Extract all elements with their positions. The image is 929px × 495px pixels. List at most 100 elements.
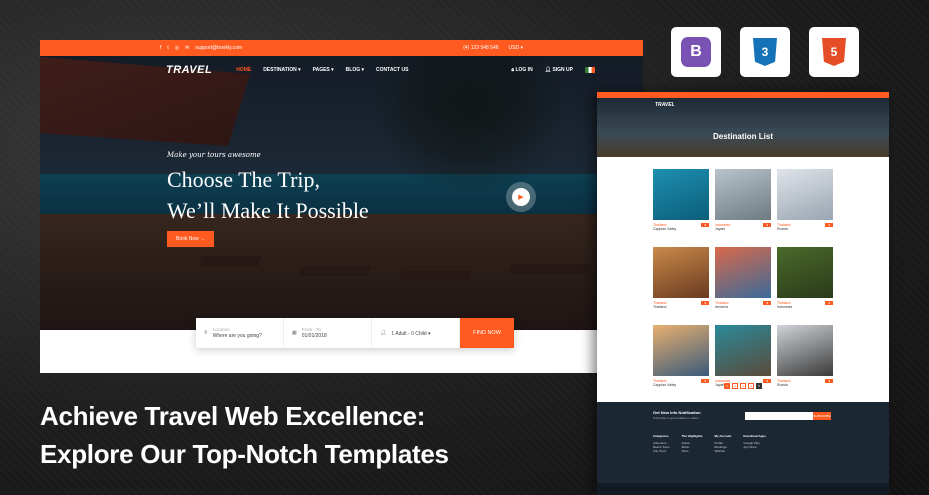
destination-image: [715, 325, 771, 376]
video-play-button[interactable]: ▶: [506, 182, 536, 212]
price-badge: $: [825, 379, 833, 383]
destination-image: [777, 169, 833, 220]
instagram-icon[interactable]: ◎: [175, 45, 179, 51]
top-bar: f t ◎ ✉ support@bookly.com (4) 123 548 5…: [40, 40, 643, 56]
destination-image: [653, 247, 709, 298]
phone-number: (4) 123 548 546: [463, 45, 499, 51]
find-now-button[interactable]: FIND NOW: [460, 318, 514, 348]
nav-destination[interactable]: DESTINATION ▾: [263, 67, 300, 73]
main-nav: TRAVEL HOME DESTINATION ▾ PAGES ▾ BLOG ▾…: [40, 56, 643, 84]
main-template-preview: f t ◎ ✉ support@bookly.com (4) 123 548 5…: [40, 40, 643, 373]
footer: Get New Info Notification Subscribe to ge…: [597, 402, 889, 495]
destination-grid: Thailand Cappian Valley $ Indonesia Jayani $ T…: [653, 169, 833, 395]
css3-icon: 3: [753, 38, 777, 66]
css3-badge: 3: [740, 27, 790, 77]
footer-column-title: The Highlights: [681, 434, 703, 438]
map-pin-icon: ⚲: [204, 330, 208, 336]
language-flag-icon[interactable]: [585, 67, 595, 73]
destination-card[interactable]: Thailand Thailand $: [653, 247, 709, 317]
destination-card[interactable]: Thailand Russia $: [777, 325, 833, 395]
date-field[interactable]: ▦ From - To 01/01/2018: [284, 318, 372, 348]
footer-link[interactable]: Wishlist: [714, 449, 731, 453]
footer-link[interactable]: Paris: [682, 449, 703, 453]
html5-badge: 5: [809, 27, 859, 77]
book-now-button[interactable]: Book Now →: [167, 231, 215, 247]
footer-column-title: My Account: [714, 434, 732, 438]
site-logo[interactable]: TRAVEL: [655, 102, 675, 108]
price-badge: $: [763, 379, 771, 383]
page-1-button[interactable]: 1: [724, 383, 730, 389]
footer-bottom-bar: [597, 483, 889, 495]
promo-headline: Achieve Travel Web Excellence: Explore O…: [40, 401, 449, 469]
price-badge: $: [825, 301, 833, 305]
price-badge: $: [763, 223, 771, 227]
page-4-button[interactable]: 4: [748, 383, 754, 389]
bootstrap-icon: B: [681, 37, 711, 67]
signup-link[interactable]: 👤︎ SIGN UP: [545, 67, 573, 73]
price-badge: $: [701, 223, 709, 227]
page-banner: TRAVEL Destination List: [597, 98, 889, 157]
price-badge: $: [701, 379, 709, 383]
destination-card[interactable]: Thailand Armenia $: [715, 247, 771, 317]
user-icon: 👤︎: [380, 330, 387, 336]
destination-card[interactable]: Thailand Cappian Valley $: [653, 169, 709, 239]
hero-tagline: Make your tours awesome: [167, 151, 261, 159]
price-badge: $: [701, 301, 709, 305]
arrow-right-icon: →: [200, 236, 206, 242]
destination-name: Indonesia: [777, 305, 793, 309]
destination-name: Jayani: [715, 227, 726, 231]
facebook-icon[interactable]: f: [160, 45, 161, 51]
destination-name: Armenia: [715, 305, 729, 309]
page-5-button[interactable]: 5: [756, 383, 762, 389]
destination-name: Cappian Valley: [653, 383, 677, 387]
footer-column: My Account Profile Bookings Wishlist: [714, 434, 731, 453]
bootstrap-badge: B: [671, 27, 721, 77]
destination-list-preview: TRAVEL Destination List Thailand Cappian …: [597, 92, 889, 495]
login-link[interactable]: 🔒︎ LOG IN: [511, 67, 532, 73]
destination-card[interactable]: Thailand Cappian Valley $: [653, 325, 709, 395]
footer-column-title: Download Apps: [743, 434, 766, 438]
html5-icon: 5: [822, 38, 846, 66]
page-title: Destination List: [712, 132, 773, 141]
email-icon: ✉: [185, 45, 190, 51]
play-icon: ▶: [512, 188, 530, 206]
destination-name: Thailand: [653, 305, 667, 309]
destination-image: [653, 325, 709, 376]
search-bar: ⚲ Location Where are you going? ▦ From - …: [196, 318, 514, 348]
destination-card[interactable]: Thailand Russia $: [777, 169, 833, 239]
site-logo[interactable]: TRAVEL: [166, 64, 212, 76]
guests-field[interactable]: 👤︎ 1 Adult - 0 Child ▾: [372, 318, 460, 348]
price-badge: $: [825, 223, 833, 227]
nav-home[interactable]: HOME: [236, 67, 251, 73]
newsletter-email-input[interactable]: [745, 412, 813, 420]
subscribe-button[interactable]: SUBSCRIBE: [813, 412, 831, 420]
location-field[interactable]: ⚲ Location Where are you going?: [196, 318, 284, 348]
footer-column: Download Apps Google Play App Store: [743, 434, 766, 453]
footer-columns: Categories Adventure Beach Tours City Tours…: [653, 434, 766, 453]
hero-title: Choose The Trip, We’ll Make It Possible: [167, 167, 369, 223]
footer-link[interactable]: City Tours: [653, 449, 670, 453]
currency-select[interactable]: USD ▾: [509, 45, 523, 51]
destination-card[interactable]: Thailand Indonesia $: [777, 247, 833, 317]
footer-link[interactable]: App Store: [743, 445, 766, 449]
footer-column: The Highlights Dubai Berlin Paris: [682, 434, 703, 453]
page-2-button[interactable]: 2: [732, 383, 738, 389]
destination-image: [777, 247, 833, 298]
nav-pages[interactable]: PAGES ▾: [313, 67, 334, 73]
footer-column: Categories Adventure Beach Tours City Tours: [653, 434, 670, 453]
destination-image: [777, 325, 833, 376]
support-email[interactable]: support@bookly.com: [195, 45, 242, 51]
destination-card[interactable]: Indonesia Jayani $: [715, 169, 771, 239]
destination-name: Cappian Valley: [653, 227, 677, 231]
nav-blog[interactable]: BLOG ▾: [346, 67, 364, 73]
nav-contact[interactable]: CONTACT US: [376, 67, 408, 73]
footer-column-title: Categories: [653, 434, 669, 438]
user-icon: 👤︎: [544, 67, 552, 73]
pagination: 12345: [724, 383, 762, 389]
destination-name: Russia: [777, 383, 788, 387]
page-3-button[interactable]: 3: [740, 383, 746, 389]
twitter-icon[interactable]: t: [167, 45, 168, 51]
destination-image: [715, 169, 771, 220]
price-badge: $: [763, 301, 771, 305]
calendar-icon: ▦: [292, 330, 297, 336]
